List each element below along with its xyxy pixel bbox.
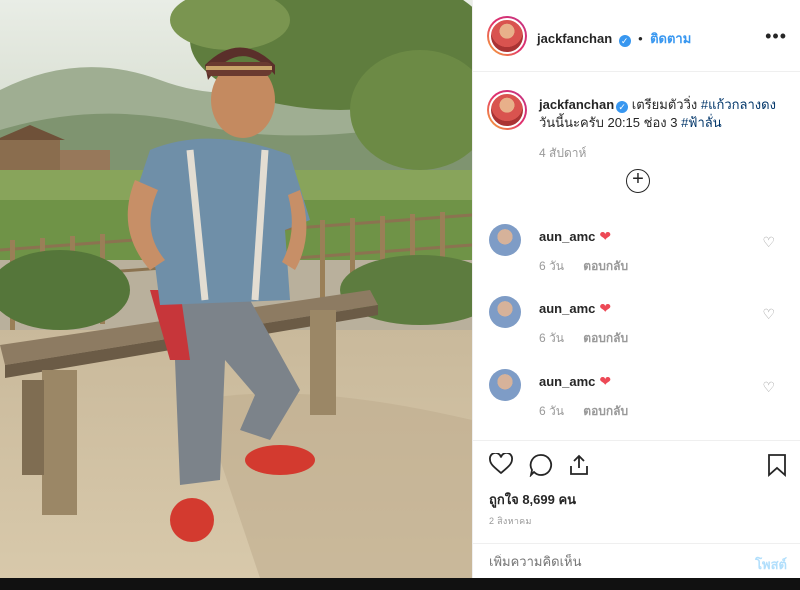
hashtag-link[interactable]: #แก้วกลางดง bbox=[701, 97, 776, 112]
caption-body: เตรียมตัววิ่ง bbox=[631, 97, 698, 112]
commenter-avatar[interactable] bbox=[489, 224, 521, 256]
commenter-avatar[interactable] bbox=[489, 296, 521, 328]
header-user-line: jackfanchan ✓ • ติดตาม bbox=[537, 28, 691, 49]
reply-button[interactable]: ตอบกลับ bbox=[583, 331, 628, 345]
photo-illustration bbox=[0, 0, 472, 578]
follow-button[interactable]: ติดตาม bbox=[650, 31, 691, 46]
likes-count[interactable]: ถูกใจ 8,699 คน bbox=[489, 489, 576, 510]
reply-button[interactable]: ตอบกลับ bbox=[583, 259, 628, 273]
post-date[interactable]: 2 สิงหาคม bbox=[489, 514, 532, 528]
more-horizontal-icon[interactable]: ••• bbox=[765, 26, 787, 47]
commenter-username[interactable]: aun_amc bbox=[539, 374, 595, 389]
bookmark-icon[interactable] bbox=[767, 453, 787, 483]
caption-username[interactable]: jackfanchan bbox=[539, 97, 614, 112]
comment-time[interactable]: 6 วัน bbox=[539, 404, 564, 418]
comment-bubble-icon[interactable] bbox=[529, 453, 553, 483]
comment-item: aun_amc ❤ 6 วัน ตอบกลับ ♡ bbox=[473, 224, 800, 284]
commenter-avatar[interactable] bbox=[489, 369, 521, 401]
author-avatar[interactable] bbox=[487, 16, 527, 56]
header-separator: • bbox=[638, 31, 643, 46]
comment-time[interactable]: 6 วัน bbox=[539, 259, 564, 273]
comment-meta: 6 วัน ตอบกลับ bbox=[539, 257, 628, 276]
comment-user-line: aun_amc ❤ bbox=[539, 228, 611, 245]
red-heart-emoji-icon: ❤ bbox=[599, 373, 612, 389]
comment-like-heart-icon[interactable]: ♡ bbox=[762, 306, 775, 323]
caption-body-2: วันนี้นะครับ 20:15 ช่อง 3 bbox=[539, 115, 678, 130]
comment-meta: 6 วัน ตอบกลับ bbox=[539, 402, 628, 421]
load-more-comments-icon[interactable]: + bbox=[626, 169, 650, 193]
author-username[interactable]: jackfanchan bbox=[537, 31, 612, 46]
caption-time[interactable]: 4 สัปดาห์ bbox=[539, 144, 586, 163]
reply-button[interactable]: ตอบกลับ bbox=[583, 404, 628, 418]
like-heart-icon[interactable] bbox=[489, 452, 513, 481]
comment-like-heart-icon[interactable]: ♡ bbox=[762, 379, 775, 396]
comment-item: aun_amc ❤ 6 วัน ตอบกลับ ♡ bbox=[473, 369, 800, 429]
comment-like-heart-icon[interactable]: ♡ bbox=[762, 234, 775, 251]
commenter-username[interactable]: aun_amc bbox=[539, 301, 595, 316]
post-header: jackfanchan ✓ • ติดตาม ••• bbox=[473, 0, 800, 72]
post-side-panel: jackfanchan ✓ • ติดตาม ••• jackfanchan ✓ … bbox=[472, 0, 800, 578]
post-comment-button[interactable]: โพสต์ bbox=[755, 554, 787, 575]
comment-time[interactable]: 6 วัน bbox=[539, 331, 564, 345]
comment-meta: 6 วัน ตอบกลับ bbox=[539, 329, 628, 348]
commenter-username[interactable]: aun_amc bbox=[539, 229, 595, 244]
share-icon[interactable] bbox=[567, 453, 591, 483]
verified-badge-icon: ✓ bbox=[618, 35, 631, 47]
caption-avatar[interactable] bbox=[487, 90, 527, 130]
red-heart-emoji-icon: ❤ bbox=[599, 228, 612, 244]
caption-text: jackfanchan ✓ เตรียมตัววิ่ง #แก้วกลางดง ว… bbox=[539, 96, 779, 132]
hashtag-link[interactable]: #ฟ้าลั่น bbox=[681, 115, 722, 130]
comment-item: aun_amc ❤ 6 วัน ตอบกลับ ♡ bbox=[473, 296, 800, 356]
bottom-strip bbox=[0, 578, 800, 590]
verified-badge-icon: ✓ bbox=[616, 101, 629, 113]
red-heart-emoji-icon: ❤ bbox=[599, 300, 612, 316]
post-photo[interactable] bbox=[0, 0, 472, 578]
add-comment-bar: โพสต์ bbox=[473, 543, 800, 579]
comment-user-line: aun_amc ❤ bbox=[539, 300, 611, 317]
comment-user-line: aun_amc ❤ bbox=[539, 373, 611, 390]
post-actions: ถูกใจ 8,699 คน 2 สิงหาคม โพสต์ bbox=[473, 440, 800, 578]
comment-input[interactable] bbox=[489, 554, 689, 569]
